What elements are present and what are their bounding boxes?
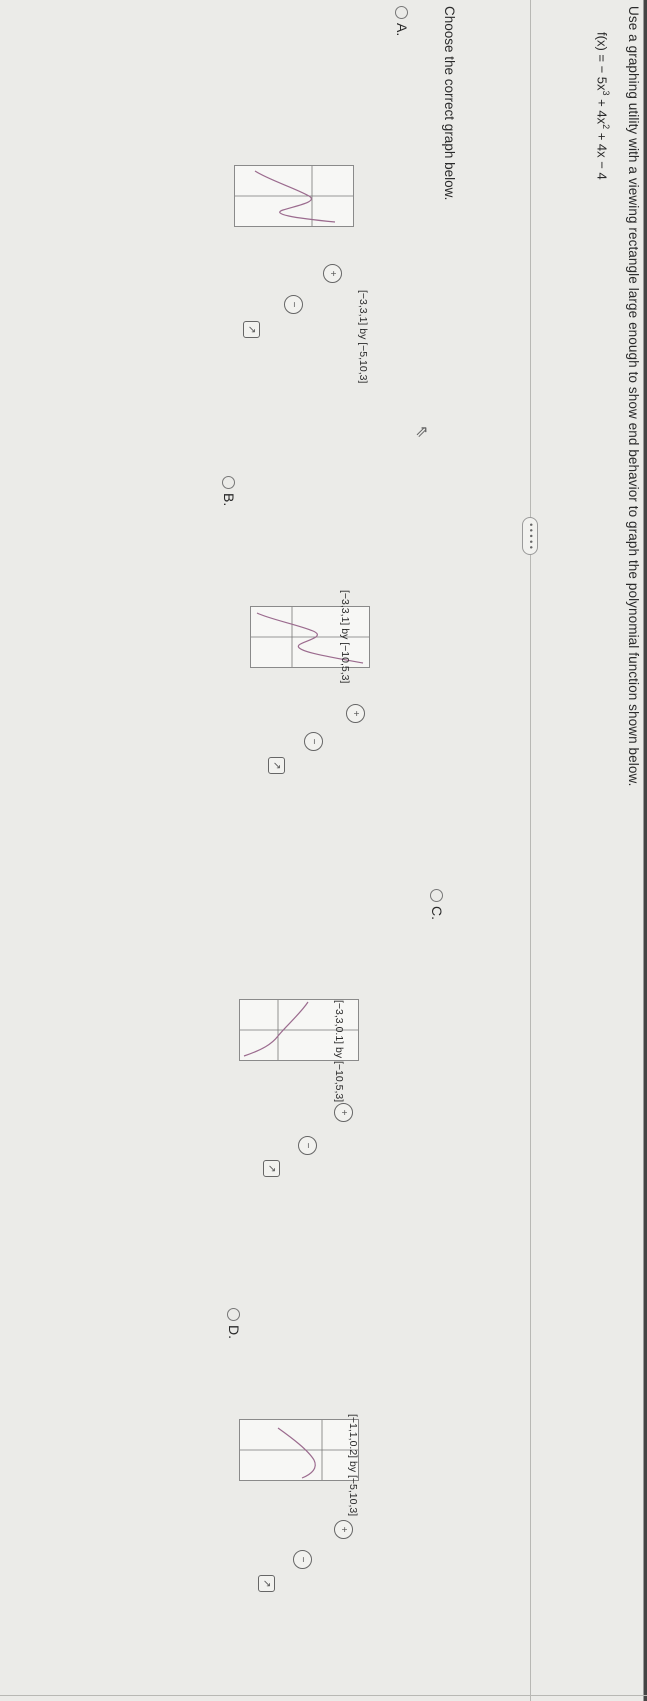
graph-b[interactable]	[250, 606, 370, 668]
zoom-out-icon[interactable]: −	[304, 732, 323, 751]
graph-d[interactable]	[239, 1419, 359, 1481]
option-b[interactable]: B.	[221, 476, 237, 506]
window-b: [−3,3,1] by [−10,5,3]	[339, 590, 351, 684]
option-c[interactable]: C.	[429, 889, 445, 920]
more-button[interactable]: • • • • •	[522, 517, 538, 555]
zoom-out-icon[interactable]: −	[298, 1136, 317, 1155]
function-part: + 4x	[594, 95, 610, 125]
instruction-text: Choose the correct graph below.	[442, 6, 457, 201]
radio-d[interactable]	[227, 1308, 241, 1321]
graph-a[interactable]	[234, 165, 354, 227]
radio-a[interactable]	[395, 6, 409, 19]
zoom-out-icon[interactable]: −	[284, 295, 303, 314]
option-d[interactable]: D.	[226, 1308, 242, 1339]
window-c: [−3,3,0.1] by [−10,5,3]	[333, 1000, 345, 1103]
option-a[interactable]: A.	[394, 6, 410, 36]
option-a-label: A.	[394, 23, 410, 37]
zoom-in-icon[interactable]: +	[334, 1520, 353, 1539]
function-part: + 4x − 4	[594, 129, 610, 180]
popout-icon[interactable]: ↗	[258, 1575, 275, 1592]
top-border-shadow	[643, 0, 644, 1701]
zoom-in-icon[interactable]: +	[334, 1103, 353, 1122]
window-d: [−1,1,0.2] by [−5,10,3]	[347, 1414, 359, 1517]
right-edge-line	[0, 1695, 647, 1696]
zoom-in-icon[interactable]: +	[323, 264, 342, 283]
popout-icon[interactable]: ↗	[263, 1160, 280, 1177]
question-text: Use a graphing utility with a viewing re…	[626, 6, 641, 787]
option-b-label: B.	[221, 493, 237, 507]
zoom-in-icon[interactable]: +	[346, 704, 365, 723]
window-a: [−3,3,1] by [−5,10,3]	[357, 290, 369, 384]
radio-b[interactable]	[222, 476, 236, 489]
function-expression: f(x) = − 5x3 + 4x2 + 4x − 4	[595, 32, 611, 180]
section-divider	[530, 0, 531, 1701]
popout-icon[interactable]: ↗	[268, 757, 285, 774]
option-c-label: C.	[429, 906, 445, 920]
option-d-label: D.	[226, 1325, 242, 1339]
zoom-out-icon[interactable]: −	[293, 1550, 312, 1569]
mouse-cursor-icon: ⇖	[413, 425, 430, 439]
function-part: f(x) = − 5x	[594, 32, 610, 91]
radio-c[interactable]	[430, 889, 444, 902]
popout-icon[interactable]: ↗	[243, 321, 260, 338]
